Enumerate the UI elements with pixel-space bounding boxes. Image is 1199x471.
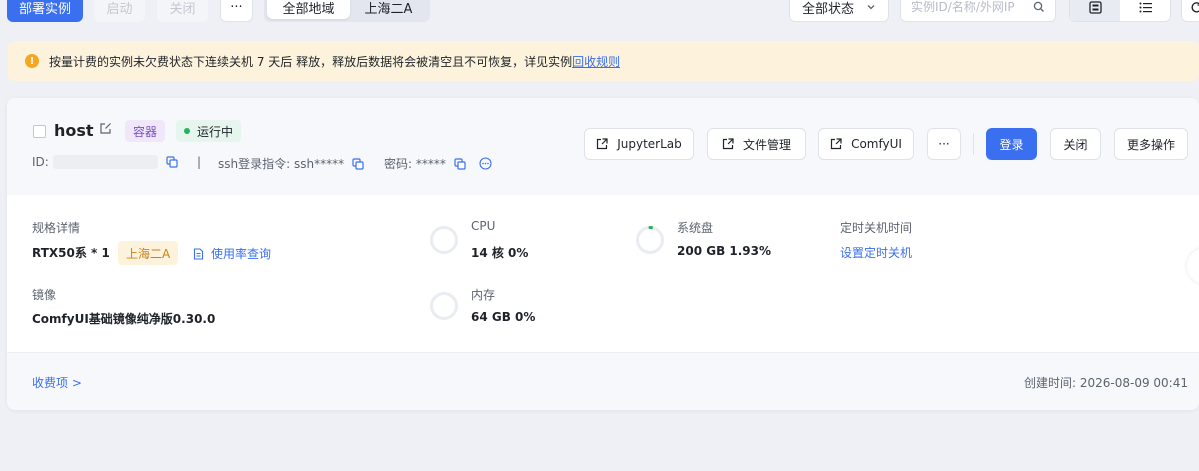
search-box bbox=[900, 0, 1056, 22]
spec-value: RTX50系 * 1 bbox=[32, 246, 110, 260]
comfyui-label: ComfyUI bbox=[851, 137, 902, 151]
warning-icon: ! bbox=[25, 54, 39, 68]
memory-usage-ring bbox=[430, 292, 458, 320]
comfyui-button[interactable]: ComfyUI bbox=[818, 128, 914, 160]
status-select[interactable]: 全部状态 bbox=[789, 0, 889, 22]
shutdown-button[interactable]: 关闭 bbox=[1050, 128, 1101, 160]
ssh-command: ssh登录指令: ssh***** bbox=[218, 155, 364, 172]
stop-button[interactable]: 关闭 bbox=[157, 0, 208, 22]
spec-label: 规格详情 bbox=[32, 221, 81, 235]
copy-password-icon[interactable] bbox=[454, 157, 466, 170]
disk-usage-ring bbox=[636, 226, 664, 254]
action-divider bbox=[973, 133, 974, 155]
refresh-icon bbox=[1191, 1, 1199, 12]
deploy-instance-button[interactable]: 部署实例 bbox=[7, 0, 83, 22]
copy-id-icon[interactable] bbox=[166, 156, 178, 168]
notice-text: 按量计费的实例未欠费状态下连续关机 7 天后 释放，释放后数据将会被清空且不可恢… bbox=[49, 54, 573, 69]
refresh-button[interactable] bbox=[1181, 0, 1199, 22]
instance-checkbox[interactable] bbox=[33, 125, 46, 138]
set-scheduled-shutdown-link[interactable]: 设置定时关机 bbox=[840, 244, 912, 261]
billing-items-link[interactable]: 收费项 > bbox=[32, 374, 82, 391]
disk-value: 200 GB 1.93% bbox=[677, 244, 772, 258]
usage-query-link[interactable]: 使用率查询 bbox=[193, 245, 271, 262]
document-icon bbox=[193, 247, 204, 260]
jupyterlab-button[interactable]: JupyterLab bbox=[584, 128, 694, 160]
actions-more-button[interactable]: ··· bbox=[927, 128, 961, 160]
more-circle-icon[interactable] bbox=[479, 157, 492, 170]
list-view-icon bbox=[1139, 2, 1152, 12]
edit-icon[interactable] bbox=[99, 122, 112, 135]
created-time: 创建时间: 2026-08-09 00:41 bbox=[1024, 376, 1188, 390]
region-tag: 上海二A bbox=[118, 241, 179, 265]
image-value: ComfyUI基础镜像纯净版0.30.0 bbox=[32, 312, 216, 326]
instance-card: host 容器 运行中 ID: | ssh登录指令: ssh***** 密码: … bbox=[7, 98, 1199, 410]
list-view-button[interactable] bbox=[1120, 0, 1170, 21]
cpu-value: 14 核 0% bbox=[471, 246, 529, 260]
instance-name: host bbox=[54, 121, 94, 140]
search-input[interactable] bbox=[911, 0, 1031, 14]
id-label: ID: bbox=[32, 155, 49, 169]
toolbar: 部署实例 启动 关闭 ··· 全部地域 上海二A 全部状态 bbox=[0, 0, 1199, 34]
chevron-down-icon bbox=[867, 5, 875, 10]
external-link-icon bbox=[722, 138, 734, 150]
instance-list-page: 部署实例 启动 关闭 ··· 全部地域 上海二A 全部状态 实例ID/名称/外网… bbox=[0, 0, 1199, 471]
usage-query-label: 使用率查询 bbox=[211, 247, 272, 261]
more-operations-button[interactable]: 更多操作 bbox=[1114, 128, 1188, 160]
grid-view-button[interactable] bbox=[1070, 0, 1120, 21]
external-link-icon bbox=[597, 138, 608, 150]
image-label: 镜像 bbox=[32, 288, 57, 302]
container-tag: 容器 bbox=[125, 120, 166, 142]
password: 密码: ***** bbox=[384, 155, 492, 172]
cpu-usage-ring bbox=[430, 226, 458, 254]
memory-label: 内存 bbox=[471, 288, 496, 302]
grid-view-icon bbox=[1088, 0, 1102, 14]
file-manager-label: 文件管理 bbox=[742, 137, 791, 152]
release-notice: ! 按量计费的实例未欠费状态下连续关机 7 天后 释放，释放后数据将会被清空且不… bbox=[8, 41, 1199, 81]
recycle-rules-link[interactable]: 回收规则 bbox=[572, 53, 620, 70]
region-tabs: 全部地域 上海二A bbox=[264, 0, 430, 22]
tab-shanghai-2a[interactable]: 上海二A bbox=[350, 0, 427, 19]
copy-ssh-icon[interactable] bbox=[352, 157, 364, 170]
view-toggle bbox=[1069, 0, 1171, 22]
ssh-label: ssh登录指令: ssh***** bbox=[218, 157, 345, 171]
id-value-blurred bbox=[52, 155, 158, 169]
file-manager-button[interactable]: 文件管理 bbox=[707, 128, 806, 160]
divider: | bbox=[197, 155, 202, 169]
start-button[interactable]: 启动 bbox=[94, 0, 145, 22]
password-label: 密码: ***** bbox=[384, 157, 446, 171]
login-button[interactable]: 登录 bbox=[986, 128, 1037, 160]
tab-all-regions[interactable]: 全部地域 bbox=[267, 0, 350, 19]
disk-label: 系统盘 bbox=[677, 221, 714, 235]
instance-card-header: host 容器 运行中 ID: | ssh登录指令: ssh***** 密码: … bbox=[7, 98, 1199, 195]
status-text: 运行中 bbox=[197, 124, 234, 139]
scheduled-shutdown-label: 定时关机时间 bbox=[840, 221, 913, 235]
status-badge: 运行中 bbox=[176, 120, 242, 142]
memory-value: 64 GB 0% bbox=[471, 310, 536, 324]
search-icon[interactable] bbox=[1033, 1, 1045, 13]
instance-id: ID: bbox=[32, 155, 178, 169]
status-select-value: 全部状态 bbox=[802, 1, 855, 17]
jupyterlab-label: JupyterLab bbox=[617, 137, 682, 151]
more-button[interactable]: ··· bbox=[220, 0, 253, 22]
cpu-label: CPU bbox=[471, 219, 496, 233]
instance-card-footer: 收费项 > 创建时间: 2026-08-09 00:41 bbox=[7, 352, 1199, 410]
external-link-icon bbox=[830, 138, 842, 150]
running-dot-icon bbox=[184, 128, 190, 134]
